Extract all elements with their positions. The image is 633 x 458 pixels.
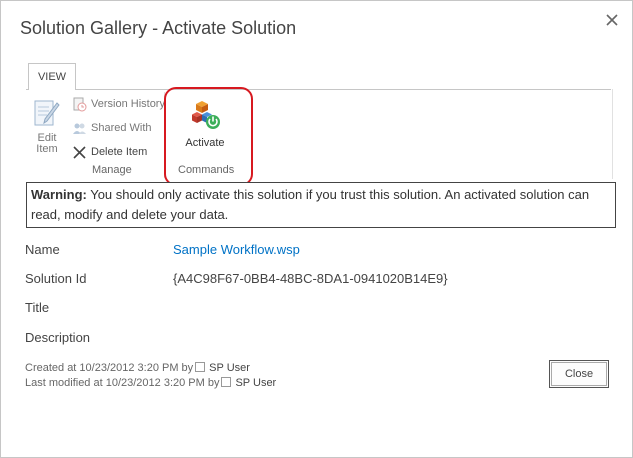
delete-item-label: Delete Item — [91, 146, 148, 158]
created-info: Created at 10/23/2012 3:20 PM by SP User — [25, 362, 250, 374]
warning-prefix: Warning: — [31, 187, 87, 202]
version-history-icon — [73, 97, 87, 111]
activate-solution-dialog — [0, 0, 633, 458]
edit-item-icon — [34, 100, 60, 126]
warning-text: You should only activate this solution i… — [31, 187, 590, 222]
created-user-link[interactable]: SP User — [209, 362, 250, 374]
manage-group-label: Manage — [92, 164, 132, 176]
presence-icon — [195, 362, 206, 372]
shared-with-button[interactable]: Shared With — [72, 118, 152, 138]
name-value-link[interactable]: Sample Workflow.wsp — [173, 242, 300, 257]
created-text: Created at 10/23/2012 3:20 PM by — [25, 362, 194, 374]
delete-item-button[interactable]: Delete Item — [72, 142, 147, 162]
modified-info: Last modified at 10/23/2012 3:20 PM by SP… — [25, 377, 276, 389]
version-history-button[interactable]: Version History — [72, 94, 165, 114]
presence-icon — [221, 377, 232, 387]
tab-view[interactable]: VIEW — [28, 63, 76, 90]
modified-text: Last modified at 10/23/2012 3:20 PM by — [25, 377, 220, 389]
title-label: Title — [25, 300, 50, 315]
shared-with-icon — [73, 123, 86, 134]
delete-x-icon — [73, 145, 86, 159]
shared-with-label: Shared With — [91, 122, 152, 134]
warning-message: Warning: You should only activate this s… — [26, 182, 616, 228]
solution-id-label: Solution Id — [25, 271, 87, 286]
activate-highlight-annotation — [164, 87, 253, 186]
close-icon[interactable] — [604, 12, 620, 28]
version-history-label: Version History — [91, 98, 165, 110]
solution-id-value: {A4C98F67-0BB4-48BC-8DA1-0941020B14E9} — [173, 271, 448, 286]
name-label: Name — [25, 242, 60, 257]
description-label: Description — [25, 330, 91, 345]
edit-item-button[interactable]: Edit Item — [30, 98, 64, 155]
modified-user-link[interactable]: SP User — [235, 377, 276, 389]
edit-item-label-line2: Item — [36, 143, 58, 155]
close-button[interactable]: Close — [549, 360, 609, 388]
dialog-title: Solution Gallery - Activate Solution — [20, 18, 297, 38]
